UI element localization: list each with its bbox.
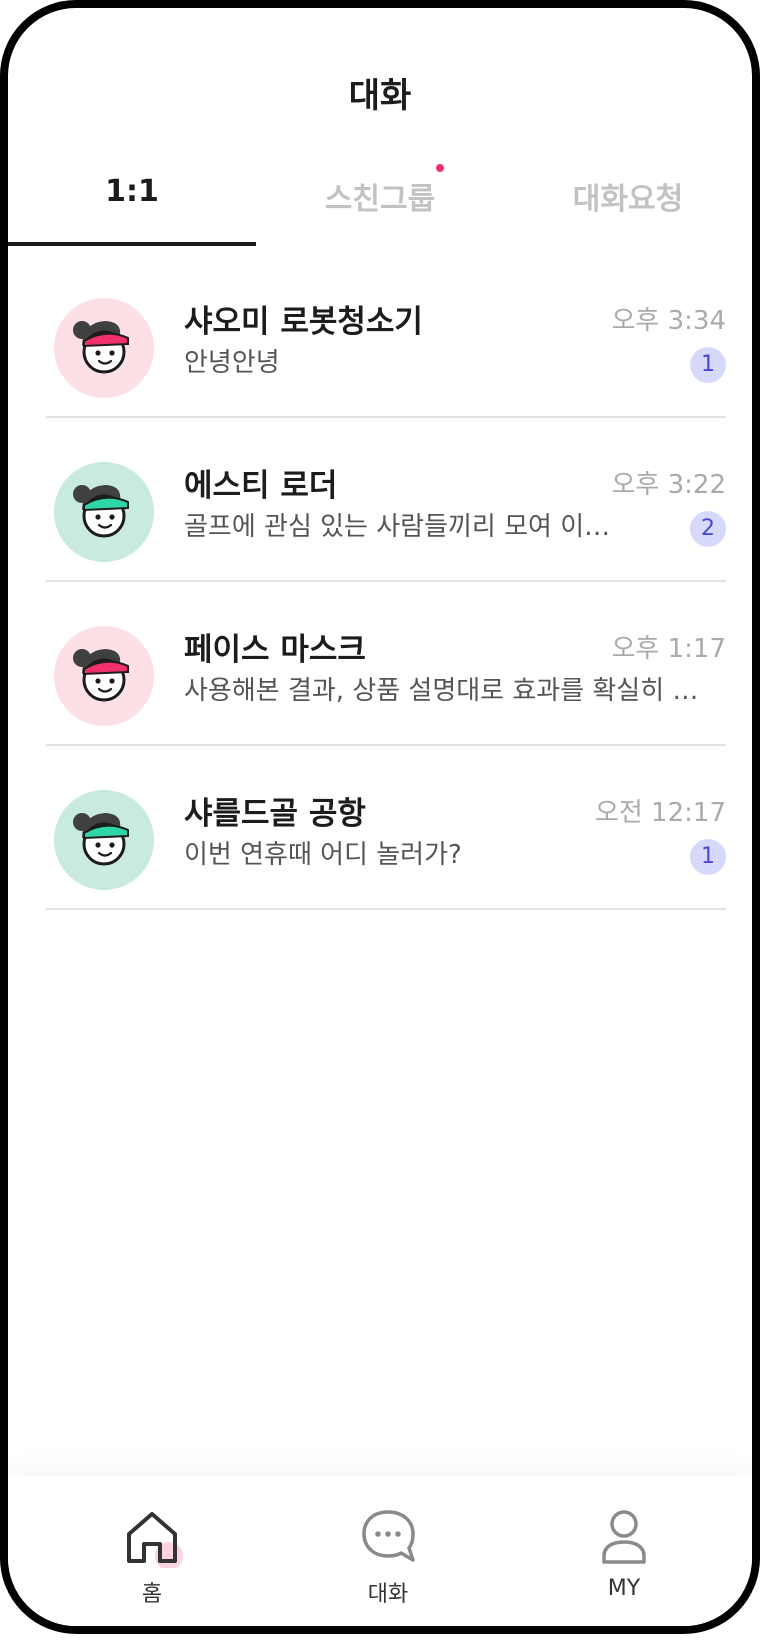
home-icon [62, 1504, 242, 1570]
avatar [54, 790, 154, 890]
nav-home[interactable]: 홈 [62, 1504, 242, 1608]
avatar [54, 462, 154, 562]
nav-chat-label: 대화 [367, 1582, 409, 1607]
user-icon [534, 1504, 714, 1568]
visor-face-icon [73, 485, 129, 538]
chat-time: 오전 12:17 [594, 798, 726, 828]
chat-time: 오후 3:34 [611, 306, 727, 336]
bottom-navigation: 홈 대화 MY [8, 1476, 752, 1626]
chat-preview: 이번 연휴때 어디 놀러가? [184, 840, 462, 870]
avatar [54, 626, 154, 726]
chat-time: 오후 3:22 [611, 470, 727, 500]
chat-list: 샤오미 로봇청소기 안녕안녕 오후 3:34 1 에스티 로더 골프에 관심 있… [46, 254, 726, 910]
chat-preview: 사용해본 결과, 상품 설명대로 효과를 확실히 효… [184, 676, 714, 706]
unread-badge: 1 [690, 347, 726, 383]
visor-face-icon [73, 649, 129, 702]
chat-list-item[interactable]: 샤오미 로봇청소기 안녕안녕 오후 3:34 1 [46, 254, 726, 418]
avatar [54, 298, 154, 398]
chat-list-item[interactable]: 페이스 마스크 사용해본 결과, 상품 설명대로 효과를 확실히 효… 오후 1… [46, 582, 726, 746]
visor-face-icon [73, 813, 129, 866]
nav-my-label: MY [607, 1576, 641, 1601]
chat-name: 샤오미 로봇청소기 [184, 304, 423, 340]
visor-face-icon [73, 321, 129, 374]
chat-bubble-icon [298, 1504, 478, 1568]
chat-list-item[interactable]: 샤를드골 공항 이번 연휴때 어디 놀러가? 오전 12:17 1 [46, 746, 726, 910]
nav-my[interactable]: MY [534, 1504, 714, 1601]
chat-name: 에스티 로더 [184, 468, 338, 504]
chat-time: 오후 1:17 [611, 634, 727, 664]
chat-name: 페이스 마스크 [184, 632, 366, 668]
unread-badge: 1 [690, 839, 726, 875]
tab-skin-friend-group[interactable]: 스친그룹 [256, 174, 504, 218]
phone-frame: 대화 1:1 스친그룹 대화요청 샤오미 로봇청소기 안녕안녕 오후 3:34 … [0, 0, 760, 1634]
nav-chat[interactable]: 대화 [298, 1504, 478, 1608]
tab-bar: 1:1 스친그룹 대화요청 [8, 158, 752, 250]
active-tab-indicator [8, 242, 256, 246]
chat-list-item[interactable]: 에스티 로더 골프에 관심 있는 사람들끼리 모여 이런… 오후 3:22 2 [46, 418, 726, 582]
chat-name: 샤를드골 공항 [184, 796, 366, 832]
nav-home-label: 홈 [141, 1582, 163, 1607]
chat-preview: 안녕안녕 [184, 348, 280, 378]
chat-preview: 골프에 관심 있는 사람들끼리 모여 이런… [184, 512, 634, 542]
tab-one-to-one[interactable]: 1:1 [8, 174, 256, 209]
new-indicator-dot [436, 164, 444, 172]
page-title: 대화 [348, 76, 412, 116]
tab-chat-requests[interactable]: 대화요청 [504, 174, 752, 218]
unread-badge: 2 [690, 511, 726, 547]
